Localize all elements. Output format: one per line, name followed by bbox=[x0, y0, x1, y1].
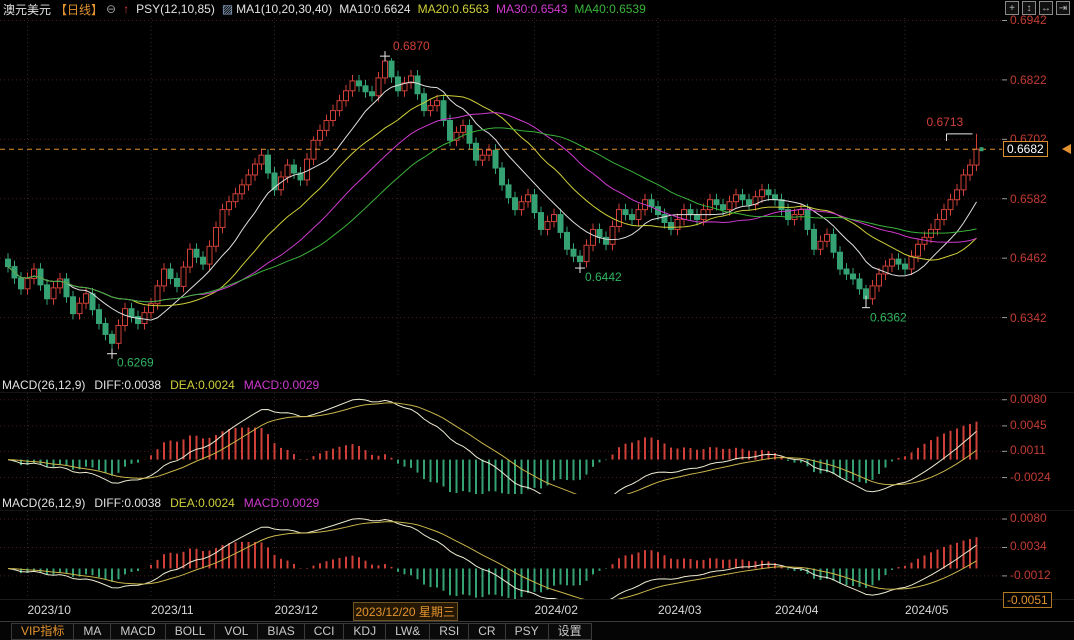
chart-header: 澳元美元 【日线】 ⊖ ↑ PSY(12,10,85) ▨ MA1(10,20,… bbox=[0, 0, 1074, 18]
macd2-axis-label: 0.0034 bbox=[1010, 539, 1047, 553]
mini-chart-icon: ▨ bbox=[222, 2, 233, 16]
toolbar-tab-macd[interactable]: MACD bbox=[110, 623, 165, 640]
ma40-value: MA40:0.6539 bbox=[574, 2, 645, 16]
toolbar-tab-lw[interactable]: LW& bbox=[385, 623, 430, 640]
main-chart-canvas[interactable]: 0.6870 0.6269 0.6442 0.6362 0.6713 bbox=[0, 18, 1074, 376]
x-axis-date-label: 2024/03 bbox=[658, 603, 701, 617]
toolbar-tab-psy[interactable]: PSY bbox=[505, 623, 549, 640]
collapse-right-icon[interactable]: ⇥ bbox=[1056, 1, 1070, 15]
current-price-label: 0.6682 bbox=[1003, 141, 1048, 157]
ma-group-label: MA1(10,20,30,40) bbox=[236, 2, 332, 16]
svg-text:0.6713: 0.6713 bbox=[927, 115, 964, 129]
toolbar-tab-kdj[interactable]: KDJ bbox=[343, 623, 386, 640]
toolbar-tab-bias[interactable]: BIAS bbox=[257, 623, 304, 640]
ma10-value: MA10:0.6624 bbox=[339, 2, 410, 16]
macd-panel1-canvas[interactable] bbox=[0, 392, 1074, 494]
diff-line bbox=[8, 519, 977, 600]
ma40-line bbox=[8, 128, 977, 302]
vertical-gridlines bbox=[28, 393, 906, 494]
macd-panel2-canvas[interactable] bbox=[0, 510, 1074, 600]
ma30-line bbox=[8, 113, 977, 302]
dea-line bbox=[8, 522, 977, 600]
toolbar-tab-rsi[interactable]: RSI bbox=[429, 623, 469, 640]
y-axis-price-label: 0.6582 bbox=[1010, 192, 1047, 206]
y-axis-price-label: 0.6942 bbox=[1010, 13, 1047, 27]
x-axis-date-label: 2023/11 bbox=[151, 603, 194, 617]
ma30-value: MA30:0.6543 bbox=[496, 2, 567, 16]
macd1-axis-label: 0.0045 bbox=[1010, 418, 1047, 432]
price-annotation: 0.6442 bbox=[575, 263, 622, 284]
macd1-title: MACD(26,12,9) bbox=[2, 378, 85, 392]
candlestick-series bbox=[6, 56, 980, 354]
dea-line bbox=[8, 403, 977, 494]
macd1-axis-label: 0.0080 bbox=[1010, 392, 1047, 406]
x-axis-date-label: 2024/02 bbox=[535, 603, 578, 617]
macd2-current-value-label: -0.0051 bbox=[1003, 592, 1052, 608]
toolbar-tab-cci[interactable]: CCI bbox=[304, 623, 345, 640]
y-axis-price-label: 0.6342 bbox=[1010, 311, 1047, 325]
macd-panel1-label: MACD(26,12,9) DIFF:0.0038 DEA:0.0024 MAC… bbox=[2, 377, 319, 392]
macd-panel2-label: MACD(26,12,9) DIFF:0.0038 DEA:0.0024 MAC… bbox=[2, 495, 319, 510]
macd1-axis-label: 0.0011 bbox=[1010, 443, 1046, 457]
price-annotation: 0.6870 bbox=[380, 39, 430, 61]
price-annotation: 0.6269 bbox=[107, 349, 154, 370]
toolbar-tab-boll[interactable]: BOLL bbox=[165, 623, 216, 640]
macd2-diff-value: DIFF:0.0038 bbox=[94, 496, 161, 510]
toolbar-tab-ma[interactable]: MA bbox=[73, 623, 111, 640]
macd1-diff-value: DIFF:0.0038 bbox=[94, 378, 161, 392]
svg-text:0.6442: 0.6442 bbox=[585, 270, 622, 284]
x-axis-date-label: 2024/05 bbox=[905, 603, 948, 617]
ma20-value: MA20:0.6563 bbox=[418, 2, 489, 16]
x-axis-date-label: 2024/04 bbox=[775, 603, 818, 617]
toolbar-tab-[interactable]: 设置 bbox=[548, 623, 592, 640]
svg-text:0.6870: 0.6870 bbox=[393, 39, 430, 53]
date-axis: 2023/10 2023/11 2023/12 2023/12/20 星期三 2024/… bbox=[0, 599, 1074, 620]
svg-text:0.6362: 0.6362 bbox=[870, 311, 907, 325]
toolbar-tab-vol[interactable]: VOL bbox=[214, 623, 258, 640]
macd1-dea-value: DEA:0.0024 bbox=[170, 378, 235, 392]
y-axis-price-label: 0.6462 bbox=[1010, 251, 1047, 265]
indicator-toolbar: VIP指标MAMACDBOLLVOLBIASCCIKDJLW&RSICRPSY设… bbox=[0, 621, 1074, 640]
price-annotation: 0.6713 bbox=[927, 115, 973, 141]
x-axis-date-label: 2023/12 bbox=[275, 603, 318, 617]
y-axis-price-label: 0.6822 bbox=[1010, 73, 1047, 87]
trading-chart-app: 澳元美元 【日线】 ⊖ ↑ PSY(12,10,85) ▨ MA1(10,20,… bbox=[0, 0, 1074, 640]
ma10-line bbox=[8, 82, 977, 320]
psy-indicator-label: PSY(12,10,85) bbox=[136, 2, 215, 16]
current-price-arrow-icon bbox=[1062, 144, 1071, 154]
macd-histogram bbox=[8, 422, 977, 494]
x-axis-highlight-date: 2023/12/20 星期三 bbox=[353, 602, 458, 621]
macd2-title: MACD(26,12,9) bbox=[2, 496, 85, 510]
macd1-macd-value: MACD:0.0029 bbox=[244, 378, 319, 392]
period-label: 【日线】 bbox=[55, 1, 103, 18]
macd2-axis-label: 0.0080 bbox=[1010, 511, 1047, 525]
vertical-gridlines bbox=[28, 511, 906, 600]
price-annotation: 0.6362 bbox=[862, 296, 907, 325]
toolbar-tab-vip[interactable]: VIP指标 bbox=[11, 623, 74, 640]
x-axis-date-label: 2023/10 bbox=[28, 603, 71, 617]
ma20-line bbox=[8, 95, 977, 306]
trend-up-icon: ↑ bbox=[123, 2, 129, 16]
macd2-axis-label: -0.0012 bbox=[1010, 568, 1051, 582]
symbol-title: 澳元美元 bbox=[3, 1, 51, 18]
macd-histogram bbox=[8, 537, 977, 599]
macd2-dea-value: DEA:0.0024 bbox=[170, 496, 235, 510]
toolbar-tab-cr[interactable]: CR bbox=[468, 623, 505, 640]
macd1-axis-label: -0.0024 bbox=[1010, 470, 1051, 484]
macd2-macd-value: MACD:0.0029 bbox=[244, 496, 319, 510]
diff-line bbox=[8, 399, 977, 494]
collapse-icon[interactable]: ⊖ bbox=[106, 2, 116, 16]
svg-text:0.6269: 0.6269 bbox=[117, 356, 154, 370]
last-price-dot bbox=[980, 147, 984, 151]
